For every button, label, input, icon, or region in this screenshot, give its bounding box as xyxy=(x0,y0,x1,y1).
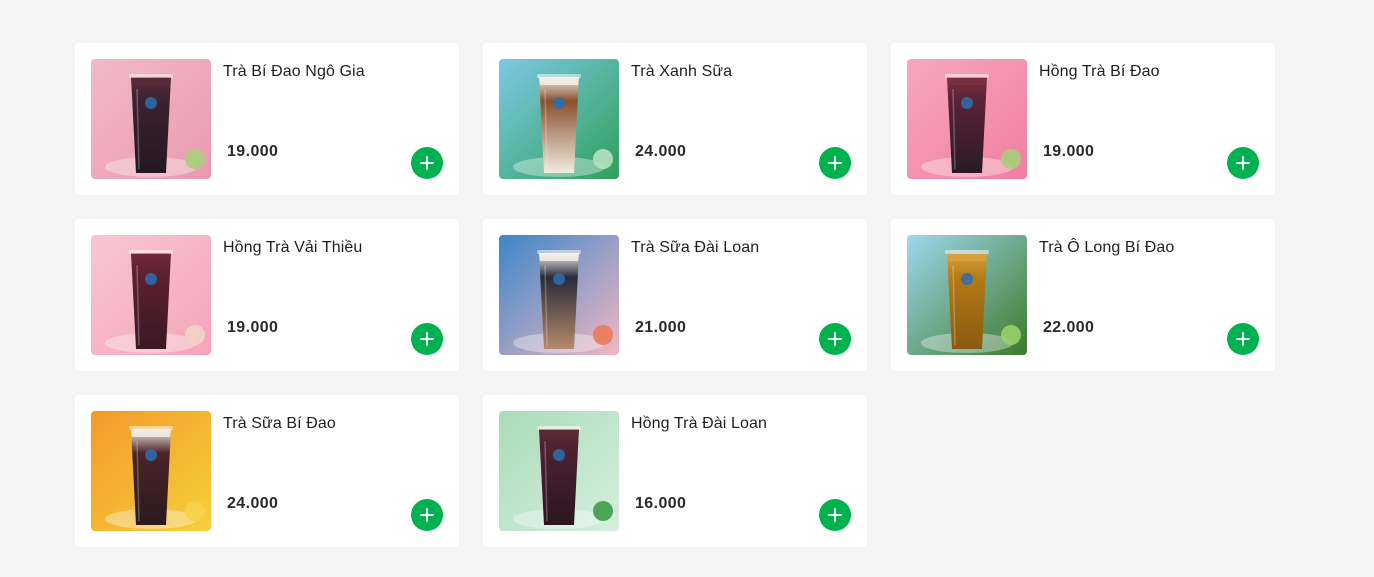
menu-item-price: 19.000 xyxy=(227,319,279,336)
menu-item-price: 19.000 xyxy=(1043,143,1095,160)
drink-photo-icon[interactable] xyxy=(91,59,211,179)
drink-photo-icon[interactable] xyxy=(499,59,619,179)
menu-item-name: Trà Bí Đao Ngô Gia xyxy=(223,63,365,80)
menu-item-name: Trà Sữa Đài Loan xyxy=(631,239,760,256)
menu-item-card[interactable]: Trà Sữa Bí Đao 24.000 xyxy=(75,395,459,547)
menu-item-name: Trà Sữa Bí Đao xyxy=(223,415,336,432)
drink-photo-icon[interactable] xyxy=(499,235,619,355)
drink-photo-icon[interactable] xyxy=(499,411,619,531)
menu-item-name: Trà Ô Long Bí Đao xyxy=(1039,239,1175,256)
add-to-cart-button[interactable] xyxy=(1227,147,1259,179)
menu-item-name: Trà Xanh Sữa xyxy=(631,63,733,80)
menu-item-name: Hồng Trà Bí Đao xyxy=(1039,63,1160,80)
menu-item-price: 16.000 xyxy=(635,495,687,512)
drink-photo-icon[interactable] xyxy=(91,411,211,531)
plus-icon xyxy=(420,332,434,346)
plus-icon xyxy=(1236,332,1250,346)
plus-icon xyxy=(420,508,434,522)
menu-item-card[interactable]: Hồng Trà Bí Đao 19.000 xyxy=(891,43,1275,195)
drink-photo-icon[interactable] xyxy=(907,235,1027,355)
drink-photo-icon[interactable] xyxy=(91,235,211,355)
plus-icon xyxy=(828,156,842,170)
add-to-cart-button[interactable] xyxy=(819,499,851,531)
add-to-cart-button[interactable] xyxy=(411,323,443,355)
plus-icon xyxy=(828,508,842,522)
add-to-cart-button[interactable] xyxy=(411,499,443,531)
menu-item-card[interactable]: Trà Ô Long Bí Đao 22.000 xyxy=(891,219,1275,371)
menu-item-price: 22.000 xyxy=(1043,319,1095,336)
add-to-cart-button[interactable] xyxy=(819,323,851,355)
plus-icon xyxy=(420,156,434,170)
menu-item-card[interactable]: Trà Bí Đao Ngô Gia 19.000 xyxy=(75,43,459,195)
menu-item-card[interactable]: Hồng Trà Đài Loan 16.000 xyxy=(483,395,867,547)
add-to-cart-button[interactable] xyxy=(1227,323,1259,355)
add-to-cart-button[interactable] xyxy=(411,147,443,179)
menu-item-price: 19.000 xyxy=(227,143,279,160)
menu-item-card[interactable]: Trà Sữa Đài Loan 21.000 xyxy=(483,219,867,371)
add-to-cart-button[interactable] xyxy=(819,147,851,179)
menu-grid: Trà Bí Đao Ngô Gia 19.000 Trà Xanh Sữa 2… xyxy=(75,43,1275,547)
menu-item-price: 24.000 xyxy=(635,143,687,160)
plus-icon xyxy=(828,332,842,346)
drink-photo-icon[interactable] xyxy=(907,59,1027,179)
menu-item-card[interactable]: Hồng Trà Vải Thiều 19.000 xyxy=(75,219,459,371)
menu-item-name: Hồng Trà Đài Loan xyxy=(631,415,768,432)
plus-icon xyxy=(1236,156,1250,170)
menu-item-card[interactable]: Trà Xanh Sữa 24.000 xyxy=(483,43,867,195)
menu-item-price: 24.000 xyxy=(227,495,279,512)
menu-item-price: 21.000 xyxy=(635,319,687,336)
menu-item-name: Hồng Trà Vải Thiều xyxy=(223,239,363,256)
